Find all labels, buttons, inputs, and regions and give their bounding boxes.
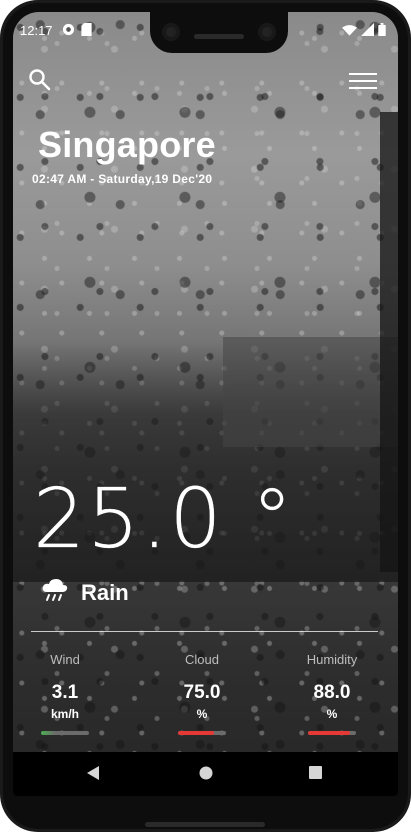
stat-label: Humidity — [306, 652, 358, 667]
degree-symbol: ° — [251, 472, 295, 567]
back-button[interactable] — [87, 766, 99, 785]
battery-icon — [378, 23, 386, 39]
status-time: 12:17 — [20, 23, 53, 38]
weather-stats: Wind 3.1 km/h Cloud 75.0 % Humidity 88.0… — [13, 652, 398, 752]
background-building — [223, 337, 398, 447]
divider — [31, 631, 378, 632]
signal-icon — [361, 23, 374, 39]
stat-cloud: Cloud 75.0 % — [152, 652, 252, 735]
home-button[interactable] — [199, 766, 213, 785]
status-icons-left — [62, 23, 92, 39]
temperature-value: 25.0 — [33, 472, 224, 567]
stat-unit: % — [196, 707, 208, 721]
search-icon — [28, 69, 52, 96]
stat-bar — [308, 731, 356, 735]
navigation-bar — [13, 752, 398, 796]
stat-bar-fill — [178, 731, 214, 735]
stat-bar — [41, 731, 89, 735]
stat-label: Wind — [50, 652, 80, 667]
city-name: Singapore — [38, 124, 216, 165]
stat-wind: Wind 3.1 km/h — [15, 652, 115, 735]
recents-square-icon — [309, 766, 322, 783]
status-icons-right — [342, 23, 386, 39]
search-button[interactable] — [28, 68, 52, 92]
screen: 12:17 Singapore 02:47 AM - Saturday,19 D… — [13, 12, 398, 796]
back-triangle-icon — [87, 766, 99, 784]
stat-value: 3.1 — [51, 682, 79, 703]
stat-humidity: Humidity 88.0 % — [282, 652, 382, 735]
menu-button[interactable] — [348, 70, 378, 92]
rain-cloud-icon — [41, 577, 69, 608]
stat-label: Cloud — [185, 652, 219, 667]
wifi-icon — [342, 24, 357, 39]
stat-unit: % — [326, 707, 338, 721]
temperature-display: 25.0 ° — [33, 472, 295, 567]
date-time: 02:47 AM - Saturday,19 Dec'20 — [32, 172, 213, 186]
home-circle-icon — [199, 766, 213, 784]
status-bar: 12:17 — [13, 12, 398, 52]
stat-unit: km/h — [50, 707, 79, 721]
recents-button[interactable] — [309, 766, 322, 784]
background-dark-edge — [380, 112, 398, 572]
vpn-key-icon — [62, 23, 75, 39]
condition-row: Rain — [41, 577, 129, 608]
condition-text: Rain — [81, 579, 129, 605]
bottom-speaker — [145, 822, 265, 827]
sd-card-icon — [81, 23, 92, 39]
stat-value: 75.0 — [183, 682, 221, 703]
stat-value: 88.0 — [313, 682, 351, 703]
stat-bar-fill — [308, 731, 351, 735]
hamburger-menu-icon — [348, 73, 378, 96]
phone-frame: 12:17 Singapore 02:47 AM - Saturday,19 D… — [0, 0, 411, 832]
stat-bar — [178, 731, 226, 735]
